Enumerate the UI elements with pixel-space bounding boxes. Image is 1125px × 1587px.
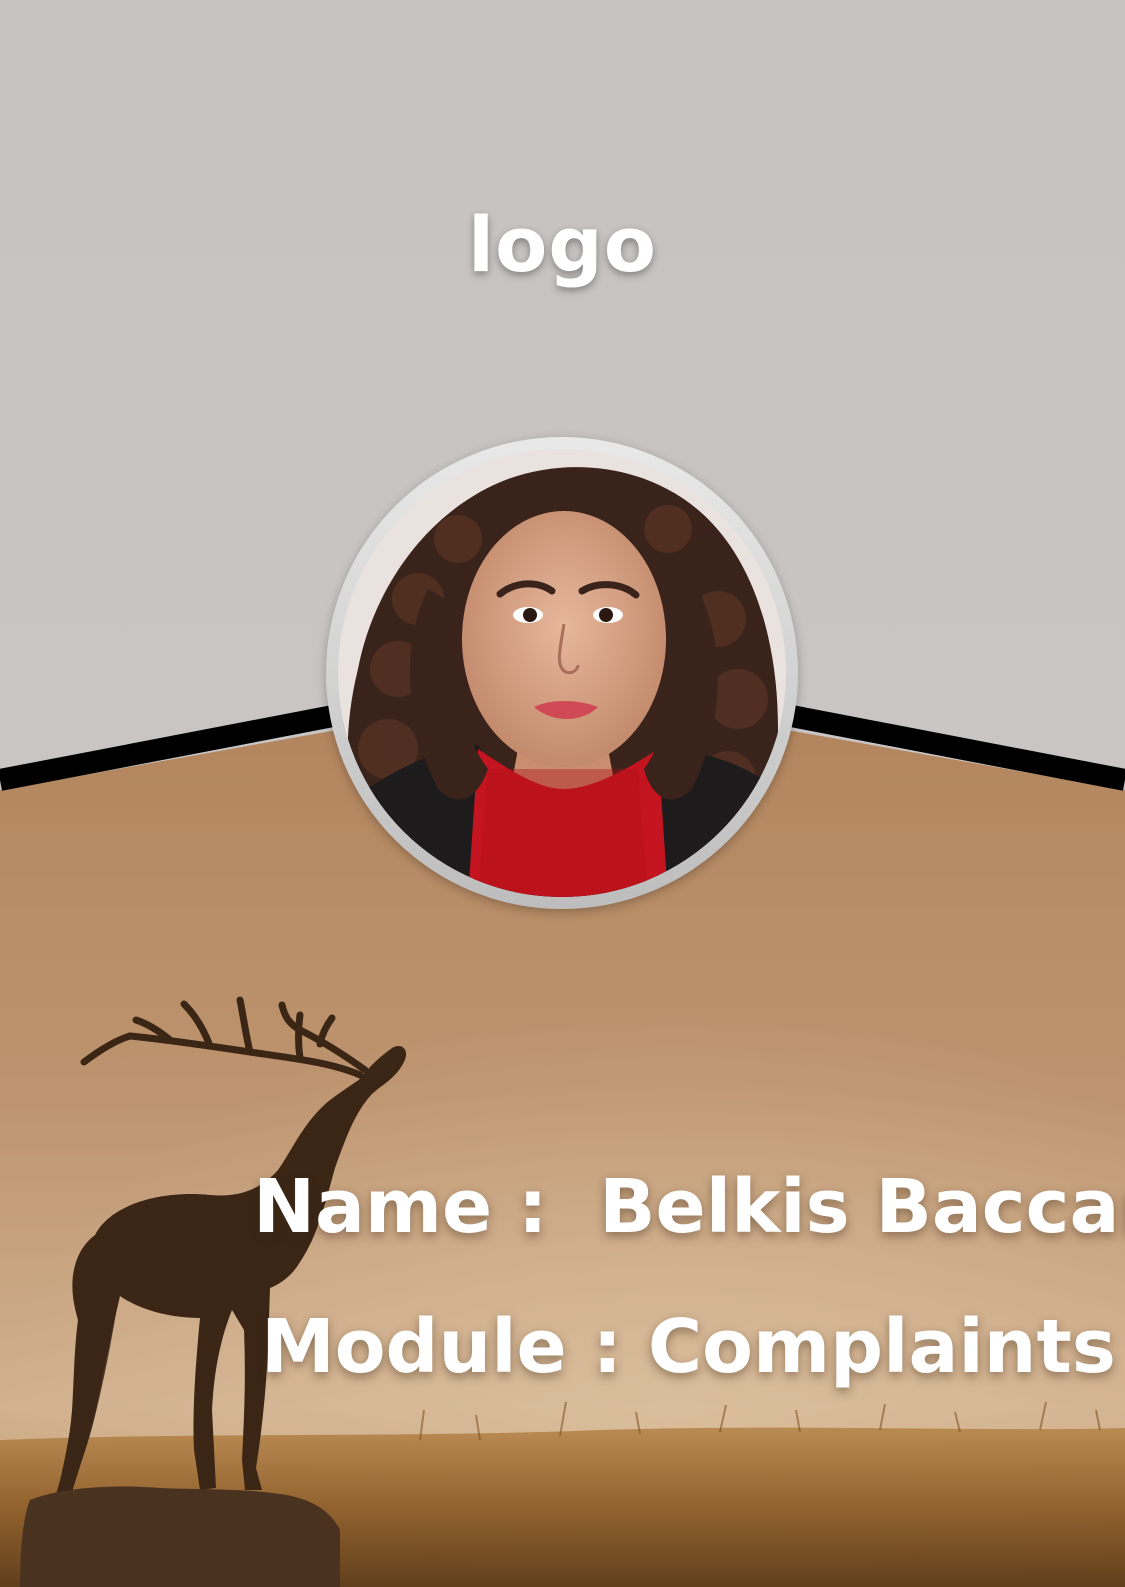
module-value: Complaints [647, 1304, 1116, 1390]
module-field: Module : Complaints [158, 1218, 1116, 1476]
id-card: logo Name: Belkis Baccar Module: Compl… [0, 0, 1125, 1587]
profile-photo [338, 449, 786, 897]
logo: logo [468, 200, 657, 289]
avatar [338, 449, 786, 897]
module-label: Module : [261, 1304, 623, 1390]
